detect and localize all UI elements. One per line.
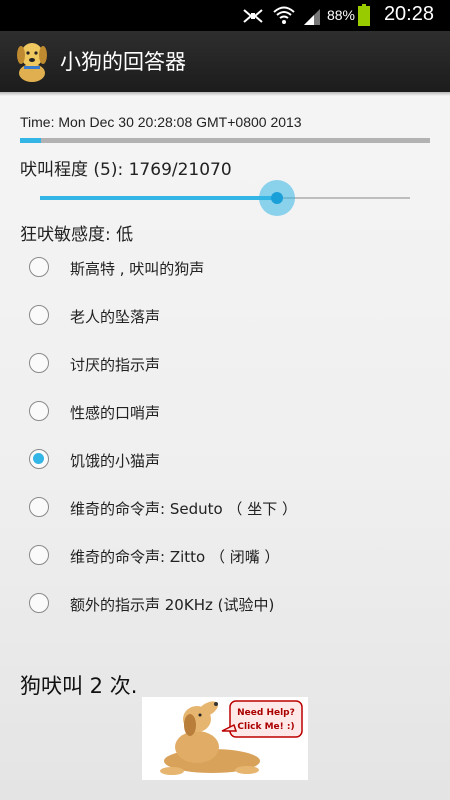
dog-icon[interactable] [14, 39, 50, 87]
radio-label[interactable]: 饥饿的小猫声 [70, 450, 160, 471]
help-bubble-line2: Click Me! :) [237, 722, 294, 732]
radio-option[interactable]: 维奇的命令声: Seduto （ 坐下 ） [0, 484, 450, 532]
help-banner-image[interactable]: Need Help? Click Me! :) [142, 697, 308, 780]
radio-option[interactable]: 饥饿的小猫声 [0, 436, 450, 484]
radio-label[interactable]: 老人的坠落声 [70, 306, 160, 327]
radio-label[interactable]: 维奇的命令声: Seduto （ 坐下 ） [70, 498, 297, 519]
signal-icon [302, 7, 322, 29]
radio-label[interactable]: 讨厌的指示声 [70, 354, 160, 375]
slider-thumb[interactable] [270, 192, 283, 204]
radio-label[interactable]: 维奇的命令声: Zitto （ 闭嘴 ） [70, 546, 280, 567]
help-bubble-line1: Need Help? [237, 708, 295, 718]
radio-label[interactable]: 斯高特 , 吠叫的狗声 [70, 258, 204, 279]
battery-icon [358, 4, 370, 30]
action-bar: 小狗的回答器 [0, 31, 450, 92]
status-bar: 88% 20:28 [0, 0, 450, 31]
radio-option[interactable]: 性感的口哨声 [0, 388, 450, 436]
radio-label[interactable]: 性感的口哨声 [70, 402, 160, 423]
radio-option[interactable]: 讨厌的指示声 [0, 340, 450, 388]
radio-button[interactable] [29, 545, 49, 565]
time-text: Time: Mon Dec 30 20:28:08 GMT+0800 2013 [20, 114, 302, 130]
bark-count-text: 狗吠叫 2 次. [20, 674, 138, 698]
action-bar-shadow [0, 92, 450, 96]
radio-button[interactable] [29, 305, 49, 325]
notification-icon [242, 7, 264, 29]
radio-button[interactable] [29, 401, 49, 421]
wifi-icon [272, 5, 296, 29]
radio-option[interactable]: 老人的坠落声 [0, 292, 450, 340]
radio-button[interactable] [29, 449, 49, 469]
radio-button[interactable] [29, 353, 49, 373]
help-dog-illustration: Need Help? Click Me! :) [142, 697, 308, 780]
radio-option[interactable]: 维奇的命令声: Zitto （ 闭嘴 ） [0, 532, 450, 580]
sound-radio-group: 斯高特 , 吠叫的狗声 老人的坠落声 讨厌的指示声 性感的口哨声 饥饿的小猫声 … [0, 244, 450, 628]
bark-level-slider[interactable] [40, 178, 410, 218]
progress-bar [20, 138, 430, 143]
radio-button[interactable] [29, 497, 49, 517]
battery-percent: 88% [326, 7, 355, 23]
radio-label[interactable]: 额外的指示声 20KHz (试验中) [70, 594, 274, 615]
radio-button[interactable] [29, 257, 49, 277]
radio-button[interactable] [29, 593, 49, 613]
status-time: 20:28 [383, 3, 434, 25]
slider-active-track [40, 196, 277, 200]
radio-option[interactable]: 额外的指示声 20KHz (试验中) [0, 580, 450, 628]
app-title: 小狗的回答器 [60, 50, 186, 74]
bark-level-label: 吠叫程度 (5): 1769/21070 [20, 160, 232, 180]
progress-fill [20, 138, 41, 143]
radio-option[interactable]: 斯高特 , 吠叫的狗声 [0, 244, 450, 292]
sensitivity-label: 狂吠敏感度: 低 [20, 225, 134, 245]
